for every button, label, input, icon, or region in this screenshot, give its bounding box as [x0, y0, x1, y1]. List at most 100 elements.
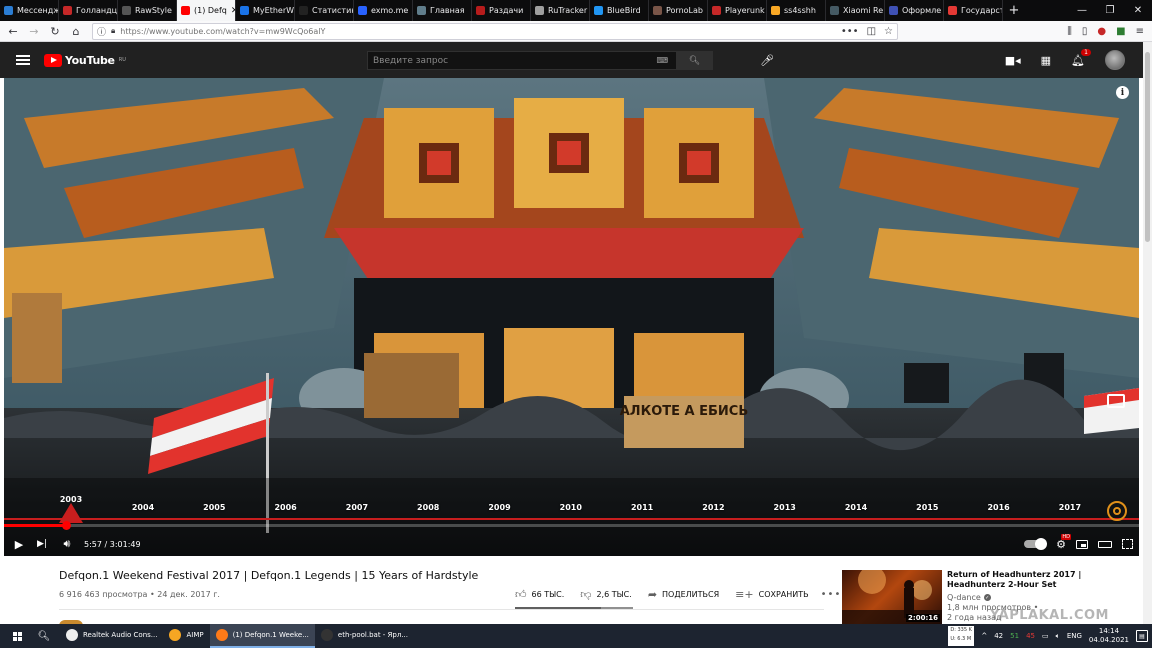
- taskbar-search-icon[interactable]: 🔍︎: [34, 631, 54, 642]
- browser-tab[interactable]: Главная: [413, 0, 472, 21]
- more-actions-icon[interactable]: •••: [821, 589, 842, 600]
- browser-tab[interactable]: (1) Defq✕: [177, 0, 236, 21]
- scrollbar-thumb[interactable]: [1145, 52, 1150, 242]
- save-button[interactable]: ≡+ СОХРАНИТЬ: [735, 588, 808, 601]
- youtube-logo[interactable]: YouTube RU: [44, 53, 126, 67]
- browser-tab[interactable]: Голландц: [59, 0, 118, 21]
- miniplayer-icon[interactable]: [1076, 539, 1088, 549]
- recommended-thumbnail[interactable]: 2:00:16: [842, 570, 942, 624]
- volume-icon[interactable]: 🔊︎: [50, 533, 84, 555]
- timeline-year: 2013: [773, 503, 796, 512]
- url-text[interactable]: https://www.youtube.com/watch?v=mw9WcQo6…: [120, 27, 836, 36]
- tab-favicon-icon: [358, 6, 367, 15]
- tab-favicon-icon: [712, 6, 721, 15]
- network-icon[interactable]: ▭: [1042, 632, 1049, 640]
- guide-menu-icon[interactable]: [16, 55, 30, 65]
- reload-button[interactable]: ↻: [46, 22, 64, 40]
- next-button[interactable]: ▶|: [34, 533, 50, 555]
- back-button[interactable]: ←: [4, 22, 22, 40]
- forward-button[interactable]: →: [25, 22, 43, 40]
- voice-search-icon[interactable]: 🎤︎: [760, 54, 774, 67]
- library-icon[interactable]: ⫼: [1067, 26, 1072, 37]
- progress-bar[interactable]: [4, 521, 1139, 530]
- recommended-title[interactable]: Return of Headhunterz 2017 | Headhunterz…: [947, 570, 1097, 590]
- browser-tab[interactable]: Playerunk: [708, 0, 767, 21]
- browser-tab[interactable]: Статистик: [295, 0, 354, 21]
- language-indicator[interactable]: ENG: [1067, 632, 1082, 640]
- tray-chevron-icon[interactable]: ^: [981, 632, 987, 640]
- search-button[interactable]: 🔍︎: [676, 51, 712, 70]
- browser-tab[interactable]: RuTracker: [531, 0, 590, 21]
- recommended-channel[interactable]: Q-dance ✓: [947, 593, 991, 602]
- browser-tab[interactable]: Оформле: [885, 0, 944, 21]
- app-icon: [320, 629, 333, 641]
- taskbar-app[interactable]: eth-pool.bat - Ярл...: [315, 624, 414, 648]
- keyboard-icon[interactable]: ⌨: [656, 56, 668, 65]
- tab-favicon-icon: [299, 6, 308, 15]
- bookmark-star-icon[interactable]: ☆: [884, 26, 893, 37]
- search-box[interactable]: Введите запрос ⌨ 🔍︎: [367, 51, 713, 70]
- browser-tab[interactable]: RawStyle: [118, 0, 177, 21]
- tab-label: Оформле: [902, 6, 942, 15]
- channel-name[interactable]: Q-dance: [947, 593, 981, 602]
- tab-label: Статистик: [312, 6, 354, 15]
- tray-indicator-a[interactable]: 42: [994, 632, 1003, 640]
- search-input[interactable]: Введите запрос: [373, 56, 448, 66]
- autoplay-toggle[interactable]: [1024, 538, 1048, 550]
- apps-grid-icon[interactable]: ▦: [1041, 54, 1051, 67]
- share-button[interactable]: ➦ ПОДЕЛИТЬСЯ: [648, 588, 719, 601]
- create-video-icon[interactable]: ■◂: [1005, 54, 1021, 67]
- speaker-icon[interactable]: 🔈︎: [1056, 632, 1060, 641]
- new-tab-button[interactable]: +: [1003, 0, 1025, 21]
- tray-indicator-c[interactable]: 45: [1026, 632, 1035, 640]
- site-info-icon[interactable]: ⓘ: [97, 25, 106, 38]
- account-avatar[interactable]: [1105, 50, 1125, 70]
- taskbar-app-label: eth-pool.bat - Ярл...: [337, 631, 408, 639]
- browser-tab[interactable]: MyEtherW: [236, 0, 295, 21]
- taskbar-app[interactable]: AIMP: [163, 624, 209, 648]
- minimize-icon[interactable]: —: [1068, 0, 1096, 21]
- dislike-button[interactable]: 👎︎ 2,6 ТЫС.: [580, 588, 632, 601]
- video-player[interactable]: АЛКОТЕ А ЕБИСЬ i 2003 2004 2005 2006 2007 20…: [4, 78, 1139, 556]
- page-actions-icon[interactable]: •••: [841, 26, 859, 37]
- taskbar-app[interactable]: Realtek Audio Cons...: [60, 624, 163, 648]
- scrubber-handle[interactable]: [61, 521, 71, 530]
- browser-tab[interactable]: Государст: [944, 0, 1003, 21]
- browser-tab[interactable]: Раздачи: [472, 0, 531, 21]
- home-button[interactable]: ⌂: [67, 22, 85, 40]
- notifications-bell-icon[interactable]: 🔔︎ 1: [1071, 48, 1091, 67]
- play-button[interactable]: ▶: [4, 533, 34, 555]
- browser-tab[interactable]: BlueBird: [590, 0, 649, 21]
- browser-tab[interactable]: ss4sshh: [767, 0, 826, 21]
- extension-icon[interactable]: ●: [1097, 26, 1106, 37]
- page-scrollbar[interactable]: [1143, 42, 1152, 624]
- video-info-icon[interactable]: i: [1116, 86, 1129, 99]
- timeline-year: 2016: [987, 503, 1010, 512]
- browser-tab[interactable]: PornoLab: [649, 0, 708, 21]
- restore-icon[interactable]: ❐: [1096, 0, 1124, 21]
- close-window-icon[interactable]: ✕: [1124, 0, 1152, 21]
- share-overlay-icon[interactable]: [1107, 394, 1125, 408]
- pocket-icon[interactable]: ◫: [867, 26, 876, 37]
- extension-icon-2[interactable]: ■: [1116, 26, 1125, 37]
- browser-tab[interactable]: Мессендж: [0, 0, 59, 21]
- action-center-icon[interactable]: ▤: [1136, 630, 1148, 642]
- youtube-header: YouTube RU Введите запрос ⌨ 🔍︎ 🎤︎ ■◂ ▦ 🔔…: [0, 42, 1143, 78]
- sidebar-icon[interactable]: ▯: [1082, 26, 1088, 37]
- menu-icon[interactable]: ≡: [1136, 26, 1144, 37]
- fullscreen-icon[interactable]: [1122, 539, 1133, 549]
- like-button[interactable]: 👍︎ 66 ТЫС.: [515, 588, 564, 601]
- address-bar[interactable]: ⓘ 🔒︎ https://www.youtube.com/watch?v=mw9…: [92, 22, 898, 40]
- timeline-year: 2009: [488, 503, 511, 512]
- browser-tab[interactable]: exmo.me: [354, 0, 413, 21]
- channel-watermark-icon[interactable]: [1107, 501, 1127, 521]
- tray-indicator-b[interactable]: 51: [1010, 632, 1019, 640]
- theater-mode-icon[interactable]: [1098, 540, 1112, 548]
- start-button[interactable]: [0, 631, 34, 641]
- tab-favicon-icon: [4, 6, 13, 15]
- taskbar-app[interactable]: (1) Defqon.1 Weeke...: [209, 624, 315, 648]
- browser-tab[interactable]: Xiaomi Re: [826, 0, 885, 21]
- settings-gear-icon[interactable]: ⚙ HD: [1056, 533, 1071, 551]
- tab-label: BlueBird: [607, 6, 641, 15]
- clock[interactable]: 14:14 04.04.2021: [1089, 627, 1129, 645]
